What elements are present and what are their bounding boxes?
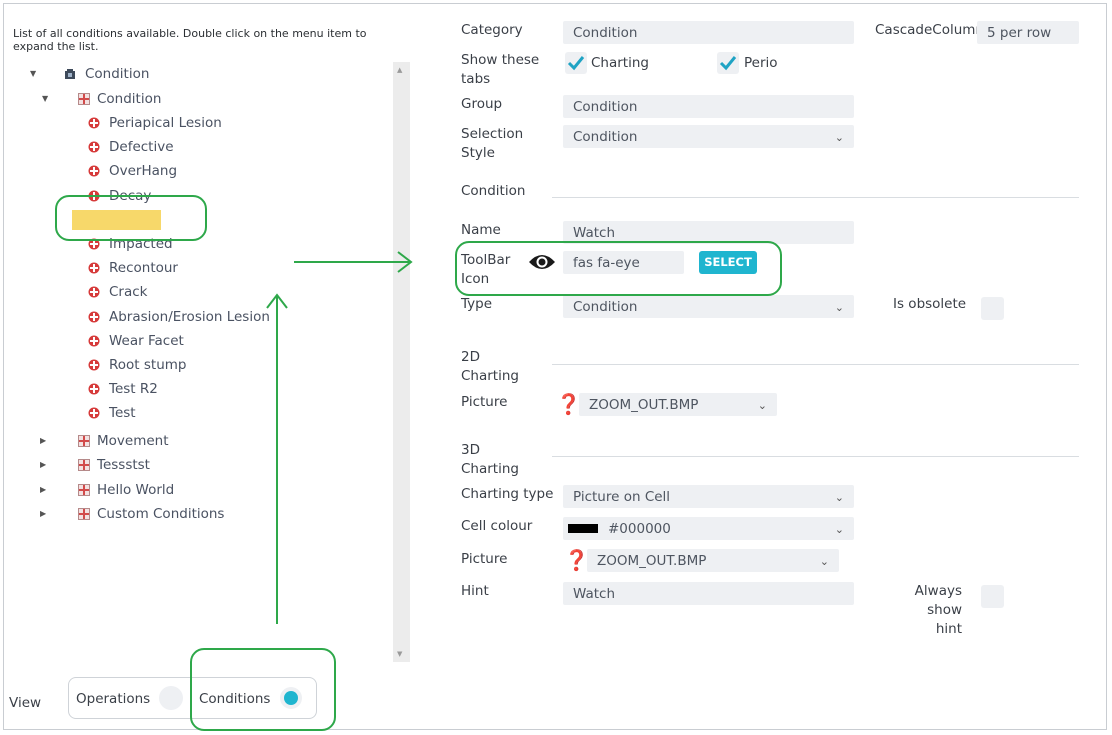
annotation-arrows [266, 251, 413, 624]
